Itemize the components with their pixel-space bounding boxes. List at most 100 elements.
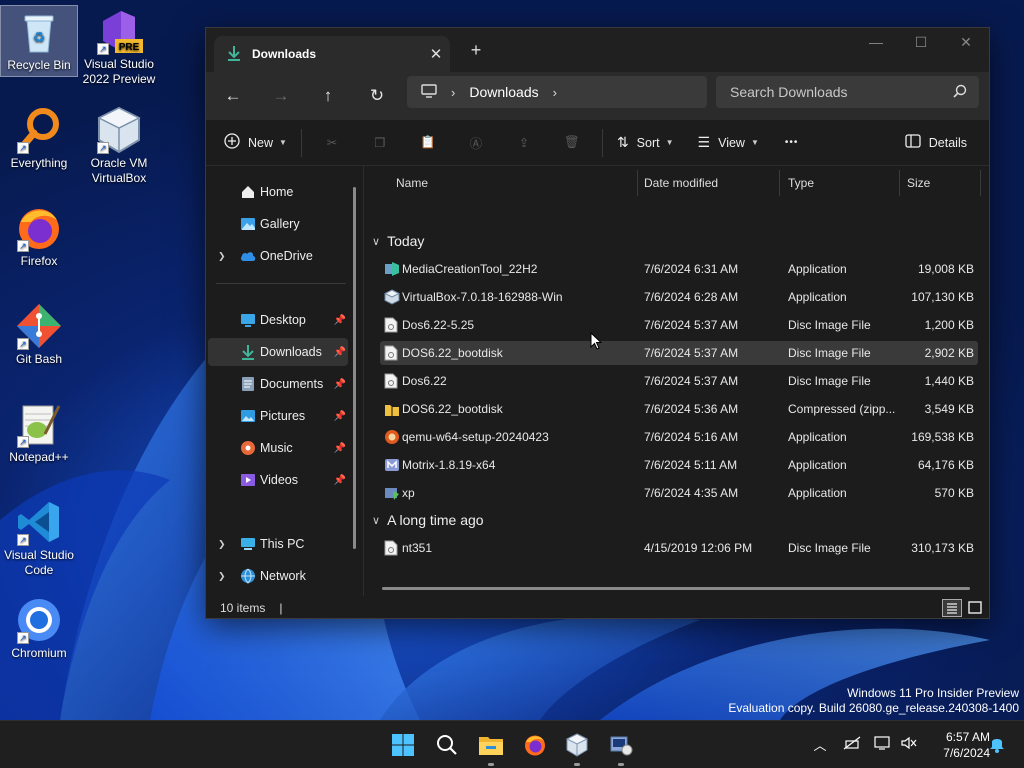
column-header-type[interactable]: Type	[780, 170, 900, 196]
column-header-name[interactable]: Name	[388, 170, 638, 196]
share-icon[interactable]: ⇪	[500, 127, 548, 159]
title-bar[interactable]: Downloads ✕ + — ☐ ✕	[206, 28, 989, 72]
virtualbox-icon[interactable]	[563, 731, 591, 766]
file-name: nt351	[402, 541, 433, 555]
close-tab-icon[interactable]: ✕	[422, 45, 450, 63]
delete-icon[interactable]: 🗑	[548, 127, 596, 159]
sort-button[interactable]: ⇅ Sort ▼	[609, 127, 682, 159]
minimize-icon[interactable]: —	[854, 34, 898, 54]
sidebar-item-downloads[interactable]: Downloads 📌	[208, 338, 348, 366]
view-button[interactable]: ☰ View ▼	[690, 127, 767, 159]
file-explorer-icon[interactable]	[477, 731, 505, 766]
network-disconnected-icon[interactable]	[842, 735, 862, 755]
sidebar-item-network[interactable]: ❯ Network	[208, 562, 348, 590]
breadcrumb-downloads[interactable]: Downloads	[469, 84, 538, 100]
sidebar-item-pictures[interactable]: Pictures 📌	[208, 402, 348, 430]
details-view-icon[interactable]	[942, 599, 962, 617]
chevron-right-icon[interactable]: ❯	[218, 251, 226, 262]
desktop-icon-vscode[interactable]: ↗ Visual Studio Code	[0, 496, 78, 578]
chevron-right-icon[interactable]: ❯	[218, 571, 226, 582]
firefox-icon[interactable]	[521, 731, 549, 759]
column-header-date-modified[interactable]: Date modified	[636, 170, 780, 196]
back-arrow-icon[interactable]: ←	[218, 82, 248, 110]
column-header-size[interactable]: Size	[899, 170, 981, 196]
desktop-icon-chromium[interactable]: ↗ Chromium	[0, 594, 78, 661]
home-icon	[240, 184, 256, 200]
system-clock[interactable]: 6:57 AM 7/6/2024	[922, 729, 990, 761]
file-row-selected[interactable]: DOS6.22_bootdisk 7/6/2024 5:37 AM Disc I…	[380, 341, 978, 365]
sidebar-item-this-pc[interactable]: ❯ This PC	[208, 530, 348, 558]
sidebar-item-documents[interactable]: Documents 📌	[208, 370, 348, 398]
close-window-icon[interactable]: ✕	[944, 34, 988, 54]
file-date: 7/6/2024 6:28 AM	[644, 290, 739, 304]
search-placeholder: Search Downloads	[730, 84, 848, 100]
file-name: VirtualBox-7.0.18-162988-Win	[402, 290, 563, 304]
pin-icon[interactable]: 📌	[334, 443, 346, 454]
pin-icon[interactable]: 📌	[334, 379, 346, 390]
new-tab-icon[interactable]: +	[464, 40, 488, 61]
horizontal-scrollbar[interactable]	[382, 587, 970, 590]
preview-badge: PRE	[119, 42, 140, 53]
file-row[interactable]: Dos6.22-5.25 7/6/2024 5:37 AM Disc Image…	[380, 313, 978, 337]
pin-icon[interactable]: 📌	[334, 475, 346, 486]
sidebar-item-desktop[interactable]: Desktop 📌	[208, 306, 348, 334]
file-row[interactable]: DOS6.22_bootdisk 7/6/2024 5:36 AM Compre…	[380, 397, 978, 421]
search-icon[interactable]	[433, 731, 461, 759]
pin-icon[interactable]: 📌	[334, 315, 346, 326]
file-row[interactable]: xp 7/6/2024 4:35 AM Application 570 KB	[380, 481, 978, 505]
svg-text:♻: ♻	[33, 29, 46, 45]
file-row[interactable]: MediaCreationTool_22H2 7/6/2024 6:31 AM …	[380, 257, 978, 281]
maximize-icon[interactable]: ☐	[899, 34, 943, 54]
group-header-today[interactable]: ∨ Today	[372, 229, 424, 253]
rename-icon[interactable]: Ⓐ	[452, 127, 500, 159]
notification-bell-icon[interactable]	[987, 735, 1007, 755]
file-size: 64,176 KB	[917, 458, 974, 472]
start-icon[interactable]	[389, 731, 417, 759]
desktop-icon-virtualbox[interactable]: ↗ Oracle VM VirtualBox	[80, 104, 158, 186]
file-row[interactable]: Dos6.22 7/6/2024 5:37 AM Disc Image File…	[380, 369, 978, 393]
cut-icon[interactable]: ✂	[308, 127, 356, 159]
sidebar-item-videos[interactable]: Videos 📌	[208, 466, 348, 494]
file-row[interactable]: VirtualBox-7.0.18-162988-Win 7/6/2024 6:…	[380, 285, 978, 309]
file-row[interactable]: Motrix-1.8.19-x64 7/6/2024 5:11 AM Appli…	[380, 453, 978, 477]
monitor-status-icon[interactable]	[873, 735, 893, 755]
file-row[interactable]: nt351 4/15/2019 12:06 PM Disc Image File…	[380, 536, 978, 560]
search-input[interactable]: Search Downloads	[716, 76, 979, 108]
desktop-icon-everything[interactable]: ↗ Everything	[0, 104, 78, 171]
thumbnail-view-icon[interactable]	[965, 599, 985, 617]
sidebar-item-onedrive[interactable]: ❯ OneDrive	[208, 242, 348, 270]
forward-arrow-icon[interactable]: →	[266, 82, 296, 110]
up-arrow-icon[interactable]: ↑	[313, 82, 343, 110]
sidebar-item-gallery[interactable]: Gallery	[208, 210, 348, 238]
chevron-right-icon[interactable]: ❯	[218, 539, 226, 550]
more-options-icon[interactable]: •••	[777, 127, 807, 159]
sidebar-item-label: Home	[260, 185, 294, 199]
details-button[interactable]: Details	[897, 127, 975, 159]
file-row[interactable]: qemu-w64-setup-20240423 7/6/2024 5:16 AM…	[380, 425, 978, 449]
pin-icon[interactable]: 📌	[334, 347, 346, 358]
dos-setup-icon[interactable]	[607, 731, 635, 766]
desktop-icon-recycle-bin[interactable]: ♻ Recycle Bin	[0, 5, 78, 77]
paste-icon[interactable]: 📋	[404, 127, 452, 159]
file-name: Motrix-1.8.19-x64	[402, 458, 496, 472]
desktop-icon-notepad-plus-plus[interactable]: ↗ Notepad++	[0, 398, 78, 465]
desktop-icon-firefox[interactable]: ↗ Firefox	[0, 202, 78, 269]
chevron-down-icon: ▼	[750, 138, 759, 147]
desktop-icon-visual-studio-preview[interactable]: PRE ↗ Visual Studio 2022 Preview	[80, 5, 158, 87]
sidebar-item-home[interactable]: Home	[208, 178, 348, 206]
sidebar-scrollbar[interactable]	[353, 187, 356, 549]
chevron-right-icon[interactable]: ›	[553, 85, 557, 100]
tab-downloads[interactable]: Downloads ✕	[214, 36, 450, 72]
volume-muted-icon[interactable]	[899, 735, 919, 755]
desktop-icon-git-bash[interactable]: ↗ Git Bash	[0, 300, 78, 367]
new-button[interactable]: New ▼	[216, 127, 295, 159]
refresh-icon[interactable]: ↻	[362, 82, 392, 110]
pin-icon[interactable]: 📌	[334, 411, 346, 422]
group-header-long-time-ago[interactable]: ∨ A long time ago	[372, 508, 484, 532]
virtualbox-installer-icon	[384, 289, 400, 305]
address-bar[interactable]: › Downloads ›	[407, 76, 707, 108]
copy-icon[interactable]: ❐	[356, 127, 404, 159]
show-hidden-icons-chevron-up-icon[interactable]: ︿	[810, 735, 830, 755]
desktop-icon-label: Chromium	[11, 646, 67, 660]
sidebar-item-music[interactable]: Music 📌	[208, 434, 348, 462]
